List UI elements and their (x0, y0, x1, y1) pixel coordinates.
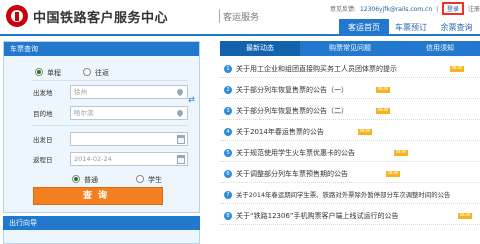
travel-guide-title[interactable]: 出行向导 (3, 216, 200, 230)
from-station-placeholder: 徐州 (74, 88, 87, 96)
news-number: 8 (224, 212, 232, 220)
top-links-separator: | (436, 6, 439, 13)
student-ticket-radio[interactable] (136, 175, 144, 183)
news-number: 5 (224, 149, 232, 157)
adult-ticket-radio[interactable] (72, 175, 80, 183)
main-nav: 客运首页 车票预订 余票查询 (0, 19, 480, 36)
one-way-radio[interactable] (35, 68, 43, 76)
tab-latest-news[interactable]: 最新动态 (220, 41, 300, 56)
return-date-value: 2014-02-24 (74, 155, 112, 163)
news-number: 4 (224, 128, 232, 136)
news-item[interactable]: 4 关于2014年春运售票的公告 NEW (220, 123, 480, 141)
feedback-label: 意见反馈: (329, 6, 357, 13)
one-way-label: 单程 (47, 69, 61, 77)
divider (32, 80, 188, 81)
from-station-input[interactable]: 徐州 (70, 85, 188, 99)
location-pin-icon (175, 108, 185, 118)
news-link[interactable]: 关于部分列车恢复售票的公告（二） (236, 106, 348, 116)
news-number: 3 (224, 107, 232, 115)
register-link[interactable]: 注册 (468, 6, 480, 13)
news-item[interactable]: 1 关于用工企业和组团直接购买务工人员团体票的提示 NEW (220, 60, 480, 78)
news-item[interactable]: 5 关于规范使用学生火车票优惠卡的公告 NEW (220, 144, 480, 162)
nav-tab-remaining-tickets[interactable]: 余票查询 (433, 19, 480, 36)
news-link[interactable]: 关于部分列车恢复售票的公告（一） (236, 85, 348, 95)
travel-guide-panel (3, 230, 200, 244)
news-number: 1 (224, 65, 232, 73)
feedback-email-link[interactable]: 12306yjfk@rails.com.cn (360, 6, 432, 13)
adult-ticket-label: 普通 (84, 176, 98, 184)
news-item[interactable]: 7 关于2014年春运期间学生票、铁路对外票除外暂停部分车次调整时间的公告 (220, 186, 480, 204)
from-label: 出发地 (33, 89, 53, 97)
news-link[interactable]: 关于调整部分列车车票预售期的公告 (236, 169, 348, 179)
news-item[interactable]: 3 关于部分列车恢复售票的公告（二） NEW (220, 102, 480, 120)
nav-tab-home[interactable]: 客运首页 (339, 19, 389, 36)
round-trip-radio[interactable] (83, 68, 91, 76)
news-link[interactable]: 关于2014年春运售票的公告 (236, 127, 324, 137)
new-badge: NEW (450, 66, 464, 72)
student-ticket-label: 学生 (148, 176, 162, 184)
new-badge: NEW (358, 129, 372, 135)
news-item[interactable]: 6 关于调整部分列车车票预售期的公告 NEW (220, 165, 480, 183)
news-number: 7 (224, 191, 232, 199)
swap-stations-icon[interactable]: ⇄ (187, 95, 196, 104)
news-tabs: 最新动态 购票常见问题 信用须知 (220, 41, 480, 56)
new-badge: NEW (394, 150, 408, 156)
divider (32, 125, 188, 126)
depart-date-input[interactable] (70, 132, 188, 146)
login-link[interactable]: 登录 (442, 2, 465, 15)
new-badge: NEW (458, 213, 472, 219)
to-station-placeholder: 哈尔滨 (74, 109, 94, 117)
news-link[interactable]: 关于用工企业和组团直接购买务工人员团体票的提示 (236, 64, 397, 74)
news-link[interactable]: 关于“铁路12306”手机购票客户端上线试运行的公告 (236, 211, 399, 221)
top-links: 意见反馈: 12306yjfk@rails.com.cn | 登录 注册 (328, 2, 480, 15)
new-badge: NEW (386, 171, 400, 177)
calendar-icon[interactable] (177, 155, 185, 164)
news-item[interactable]: 8 关于“铁路12306”手机购票客户端上线试运行的公告 NEW (220, 207, 480, 225)
news-number: 6 (224, 170, 232, 178)
news-item[interactable]: 2 关于部分列车恢复售票的公告（一） NEW (220, 81, 480, 99)
location-pin-icon (175, 87, 185, 97)
new-badge: NEW (376, 87, 390, 93)
search-button[interactable]: 查询 (33, 187, 163, 205)
to-label: 目的地 (33, 110, 53, 118)
return-date-label: 返程日 (33, 156, 53, 164)
tab-credit-notice[interactable]: 信用须知 (400, 41, 480, 56)
return-date-input[interactable]: 2014-02-24 (70, 152, 188, 166)
news-number: 2 (224, 86, 232, 94)
tab-faq[interactable]: 购票常见问题 (300, 41, 400, 56)
ticket-query-title: 车票查询 (4, 42, 199, 56)
new-badge: NEW (376, 108, 390, 114)
depart-date-label: 出发日 (33, 136, 53, 144)
news-panel: 最新动态 购票常见问题 信用须知 1 关于用工企业和组团直接购买务工人员团体票的… (220, 41, 480, 244)
news-link[interactable]: 关于2014年春运期间学生票、铁路对外票除外暂停部分车次调整时间的公告 (236, 190, 450, 199)
nav-tab-booking[interactable]: 车票预订 (389, 19, 433, 36)
to-station-input[interactable]: 哈尔滨 (70, 106, 188, 120)
round-trip-label: 往返 (95, 69, 109, 77)
calendar-icon[interactable] (177, 135, 185, 144)
news-link[interactable]: 关于规范使用学生火车票优惠卡的公告 (236, 148, 355, 158)
